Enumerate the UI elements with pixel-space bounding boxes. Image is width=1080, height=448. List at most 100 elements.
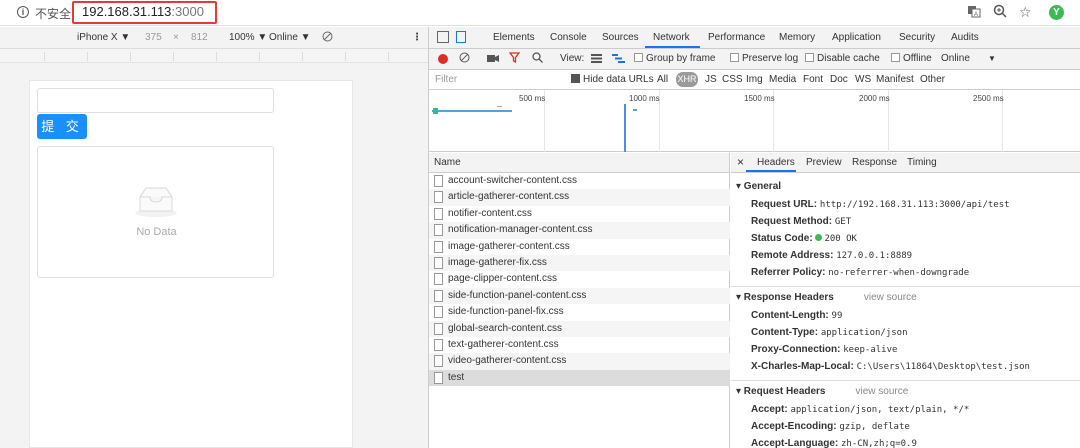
close-icon[interactable]: × — [737, 155, 744, 169]
filter-input[interactable]: Filter — [435, 74, 457, 85]
hide-data-urls-checkbox[interactable]: Hide data URLs — [571, 74, 654, 85]
request-row-selected[interactable]: test — [429, 369, 730, 387]
offline-checkbox[interactable]: Offline — [891, 53, 932, 64]
tab-memory[interactable]: Memory — [779, 32, 815, 43]
request-row[interactable]: notifier-content.css — [429, 206, 730, 222]
text-input[interactable] — [37, 88, 274, 113]
clear-icon[interactable] — [459, 52, 470, 66]
filter-type-font[interactable]: Font — [803, 74, 823, 85]
url-field[interactable]: 192.168.31.113:3000 — [82, 4, 204, 19]
filter-type-css[interactable]: CSS — [722, 74, 743, 85]
request-name: article-gatherer-content.css — [448, 191, 570, 203]
device-select[interactable]: iPhone X ▼ — [77, 32, 130, 43]
request-row[interactable]: notification-manager-content.css — [429, 222, 730, 239]
filter-type-xhr[interactable]: XHR — [676, 72, 698, 87]
record-icon[interactable] — [438, 54, 448, 64]
detail-tabbar: × Headers Preview Response Timing — [731, 153, 1080, 173]
star-icon[interactable]: ☆ — [1019, 4, 1032, 21]
general-title: ▾ General — [736, 181, 782, 192]
waterfall-icon[interactable] — [612, 54, 625, 66]
rotate-icon[interactable] — [322, 31, 333, 45]
request-row[interactable]: text-gatherer-content.css — [429, 337, 730, 353]
device-height[interactable]: 812 — [191, 32, 208, 43]
request-row[interactable]: page-clipper-content.css — [429, 271, 730, 287]
request-row[interactable]: account-switcher-content.css — [429, 173, 730, 189]
filter-type-ws[interactable]: WS — [855, 74, 871, 85]
request-row[interactable]: image-gatherer-content.css — [429, 239, 730, 255]
filter-type-img[interactable]: Img — [746, 74, 763, 85]
request-row[interactable]: article-gatherer-content.css — [429, 189, 730, 206]
search-icon[interactable] — [532, 52, 543, 66]
empty-text: No Data — [136, 226, 177, 238]
timeline-dash — [497, 106, 502, 107]
hide-data-urls-label: Hide data URLs — [583, 74, 654, 85]
network-throttle-select[interactable]: Online ▼ — [269, 32, 311, 43]
timeline-bar — [432, 110, 512, 112]
device-width[interactable]: 375 — [145, 32, 162, 43]
timeline-label: 2000 ms — [859, 94, 890, 103]
zoom-select[interactable]: 100% ▼ — [229, 32, 267, 43]
group-by-frame-label: Group by frame — [646, 53, 716, 64]
inspect-element-icon[interactable] — [437, 31, 449, 43]
preserve-log-checkbox[interactable]: Preserve log — [730, 53, 798, 64]
tab-console[interactable]: Console — [550, 32, 587, 43]
tab-elements[interactable]: Elements — [493, 32, 535, 43]
submit-button[interactable]: 提 交 — [37, 114, 87, 139]
device-mode-icon[interactable] — [456, 31, 466, 43]
insecure-label[interactable]: 不安全 — [35, 5, 71, 22]
request-row[interactable]: video-gatherer-content.css — [429, 353, 730, 370]
view-source-link[interactable]: view source — [856, 386, 909, 397]
filter-type-all[interactable]: All — [657, 74, 668, 85]
info-icon[interactable]: i — [17, 6, 29, 18]
response-headers-toggle[interactable]: ▾ Response Headers view source — [736, 292, 917, 303]
network-overview[interactable]: 500 ms 1000 ms 1500 ms 2000 ms 2500 ms — [429, 90, 1080, 152]
request-headers-toggle[interactable]: ▾ Request Headers view source — [736, 386, 908, 397]
filter-type-js[interactable]: JS — [705, 74, 717, 85]
tab-response[interactable]: Response — [852, 157, 897, 168]
large-rows-icon[interactable] — [591, 54, 602, 66]
extension-icon[interactable]: Y — [1049, 5, 1064, 20]
section-divider — [731, 380, 1080, 381]
filter-type-doc[interactable]: Doc — [830, 74, 848, 85]
filter-type-other[interactable]: Other — [920, 74, 945, 85]
filter-type-manifest[interactable]: Manifest — [876, 74, 914, 85]
tab-performance[interactable]: Performance — [708, 32, 765, 43]
tab-audits[interactable]: Audits — [951, 32, 979, 43]
request-row[interactable]: image-gatherer-fix.css — [429, 255, 730, 272]
request-name: text-gatherer-content.css — [448, 339, 559, 350]
throttle-select[interactable]: Online — [941, 53, 970, 64]
tab-application[interactable]: Application — [832, 32, 881, 43]
tab-preview[interactable]: Preview — [806, 157, 842, 168]
svg-text:A: A — [974, 12, 978, 18]
tab-headers[interactable]: Headers — [757, 157, 795, 168]
tab-timing[interactable]: Timing — [907, 157, 937, 168]
translate-icon[interactable]: A — [967, 4, 981, 21]
request-headers-title: ▾ Request Headers — [736, 386, 826, 397]
file-icon — [434, 240, 443, 253]
filter-type-media[interactable]: Media — [769, 74, 796, 85]
filter-icon[interactable] — [508, 52, 521, 66]
active-detail-tab-indicator — [746, 170, 796, 172]
timeline-label: 2500 ms — [973, 94, 1004, 103]
offline-label: Offline — [903, 53, 932, 64]
file-icon — [434, 257, 443, 269]
screenshot-icon[interactable] — [487, 54, 499, 66]
view-source-link[interactable]: view source — [864, 292, 917, 303]
more-menu-icon[interactable]: ⋮ — [412, 32, 422, 43]
file-icon — [434, 224, 443, 237]
disable-cache-checkbox[interactable]: Disable cache — [805, 53, 880, 64]
section-divider — [731, 286, 1080, 287]
tab-network[interactable]: Network — [653, 32, 690, 43]
throttle-dropdown-icon[interactable]: ▼ — [988, 54, 996, 63]
group-by-frame-checkbox[interactable]: Group by frame — [634, 53, 715, 64]
request-row[interactable]: side-function-panel-content.css — [429, 287, 730, 305]
tab-security[interactable]: Security — [899, 32, 935, 43]
request-name: account-switcher-content.css — [448, 175, 577, 186]
name-column-header[interactable]: Name — [429, 153, 730, 173]
zoom-icon[interactable] — [993, 4, 1007, 21]
tab-sources[interactable]: Sources — [602, 32, 639, 43]
request-row[interactable]: global-search-content.css — [429, 320, 730, 337]
request-row[interactable]: side-function-panel-fix.css — [429, 304, 730, 320]
general-section-toggle[interactable]: ▾ General — [736, 181, 781, 192]
header-row: Status Code: 200 OK — [751, 233, 857, 244]
